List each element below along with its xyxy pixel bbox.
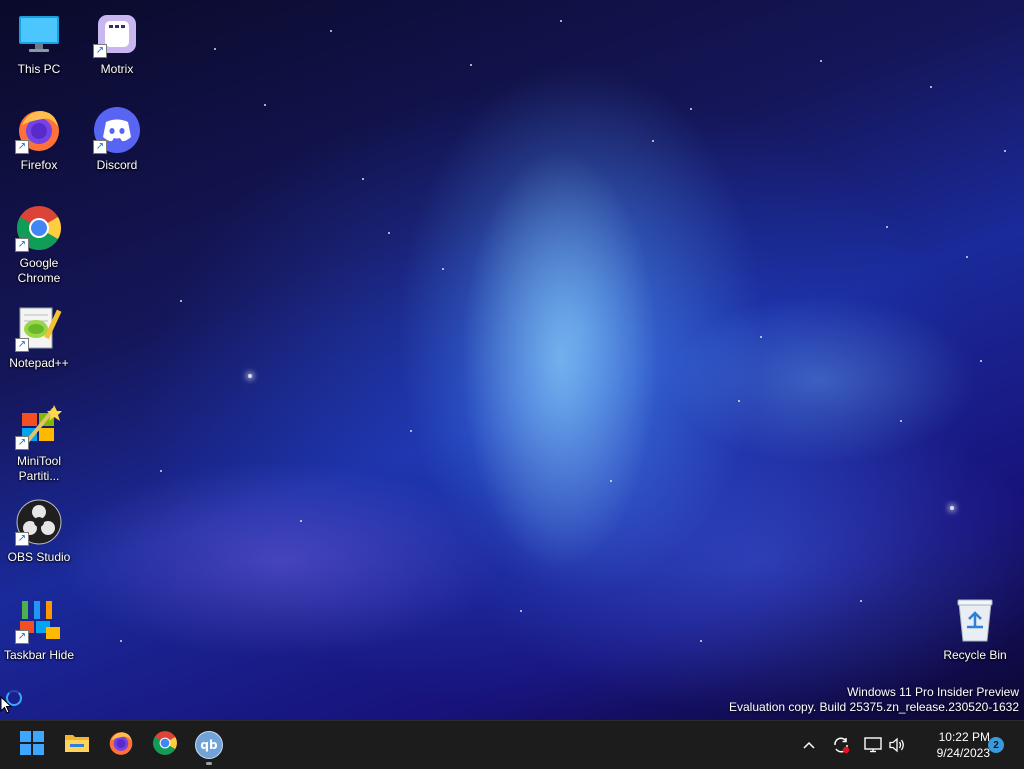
clock-button[interactable]: 10:22 PM 9/24/2023 [912, 729, 990, 761]
sync-status-icon[interactable] [830, 734, 852, 756]
shortcut-arrow-icon: ↗ [15, 238, 29, 252]
notification-count-badge[interactable]: 2 [988, 737, 1004, 753]
chrome-icon [152, 730, 178, 761]
windows-logo-icon [20, 730, 44, 760]
show-hidden-icons-button[interactable] [798, 734, 820, 756]
desktop-icon-label: Motrix [100, 62, 134, 76]
desktop-icon-motrix[interactable]: ↗ Motrix [79, 10, 155, 77]
firefox-icon: ↗ [15, 106, 63, 154]
shortcut-arrow-icon: ↗ [15, 338, 29, 352]
shortcut-arrow-icon: ↗ [15, 532, 29, 546]
desktop-icon-label: MiniTool Partiti... [16, 454, 61, 483]
clock-time: 10:22 PM [938, 730, 990, 744]
desktop-icon-label: Firefox [20, 158, 58, 172]
watermark-build: Evaluation copy. Build 25375.zn_release.… [729, 700, 1019, 714]
running-indicator [206, 762, 212, 765]
clock-date: 9/24/2023 [936, 746, 990, 760]
taskbar-chrome[interactable] [148, 728, 182, 762]
motrix-icon: ↗ [93, 10, 141, 58]
chevron-up-icon [803, 741, 815, 749]
desktop-icon-label: Recycle Bin [943, 648, 1007, 662]
firefox-icon [108, 730, 134, 761]
desktop-icon-minitool-partition[interactable]: ↗ MiniTool Partiti... [1, 402, 77, 484]
shortcut-arrow-icon: ↗ [93, 44, 107, 58]
desktop-icon-taskbar-hide[interactable]: ↗ Taskbar Hide [1, 596, 77, 663]
minitool-partition-icon: ↗ [15, 402, 63, 450]
desktop-icon-recycle-bin[interactable]: Recycle Bin [937, 596, 1013, 663]
desktop-icon-label: Notepad++ [9, 356, 69, 370]
desktop-icon-notepad-plus-plus[interactable]: ↗ Notepad++ [1, 304, 77, 371]
taskbar-firefox[interactable] [104, 728, 138, 762]
desktop-icon-label: Discord [96, 158, 138, 172]
monitor-icon [15, 10, 63, 58]
volume-icon[interactable] [886, 734, 908, 756]
shortcut-arrow-icon: ↗ [15, 436, 29, 450]
desktop-icon-label: Taskbar Hide [3, 648, 75, 662]
folder-icon [64, 732, 90, 759]
mouse-cursor-icon [0, 695, 13, 719]
watermark-edition: Windows 11 Pro Insider Preview [847, 685, 1019, 699]
os-build-watermark: Windows 11 Pro Insider Preview Evaluatio… [729, 685, 1019, 715]
obs-studio-icon: ↗ [15, 498, 63, 546]
desktop-icon-label: Google Chrome [17, 256, 61, 285]
desktop-background: This PC ↗ Motrix ↗ Firefox ↗ Discord ↗ G… [0, 0, 1024, 720]
notepad-plus-plus-icon: ↗ [15, 304, 63, 352]
chrome-icon: ↗ [15, 204, 63, 252]
desktop-icon-label: This PC [17, 62, 61, 76]
desktop-icon-obs-studio[interactable]: ↗ OBS Studio [1, 498, 77, 565]
desktop-icon-discord[interactable]: ↗ Discord [79, 106, 155, 173]
taskbar-qbittorrent[interactable]: qb [192, 728, 226, 765]
taskbar-file-explorer[interactable] [60, 728, 94, 762]
network-icon[interactable] [862, 734, 884, 756]
desktop-icon-label: OBS Studio [7, 550, 71, 564]
taskbar-hide-icon: ↗ [15, 596, 63, 644]
desktop-icon-this-pc[interactable]: This PC [1, 10, 77, 77]
shortcut-arrow-icon: ↗ [15, 140, 29, 154]
desktop-icon-firefox[interactable]: ↗ Firefox [1, 106, 77, 173]
qbittorrent-icon: qb [195, 731, 223, 759]
shortcut-arrow-icon: ↗ [93, 140, 107, 154]
discord-icon: ↗ [93, 106, 141, 154]
recycle-bin-icon [951, 596, 999, 644]
start-button[interactable] [15, 728, 49, 762]
desktop-icon-google-chrome[interactable]: ↗ Google Chrome [1, 204, 77, 286]
taskbar: qb 10:22 PM 9/24/2023 2 [0, 720, 1024, 769]
shortcut-arrow-icon: ↗ [15, 630, 29, 644]
